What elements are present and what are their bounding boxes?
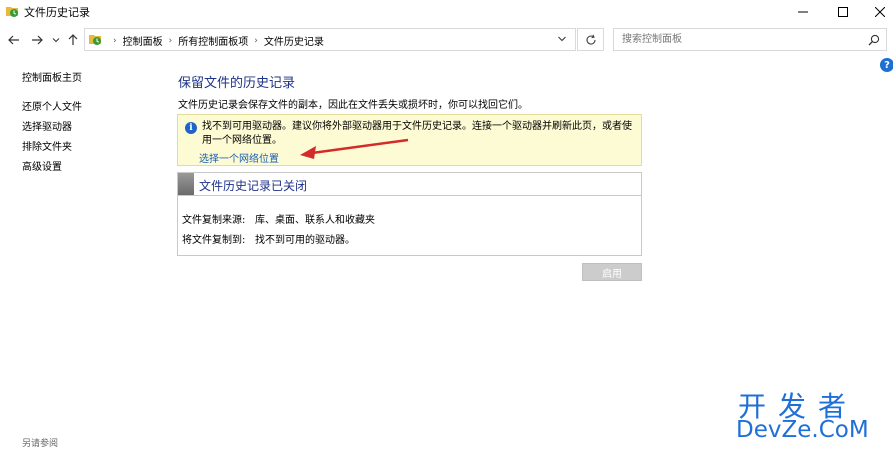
navigation-bar: › 控制面板 › 所有控制面板项 › 文件历史记录: [0, 26, 893, 54]
copy-target-value: 找不到可用的驱动器。: [255, 235, 355, 246]
close-button[interactable]: [857, 0, 893, 24]
breadcrumb: › 控制面板 › 所有控制面板项 › 文件历史记录: [107, 33, 324, 49]
back-button[interactable]: [5, 30, 23, 50]
breadcrumb-file-history[interactable]: 文件历史记录: [264, 33, 324, 48]
minimize-icon: [798, 11, 808, 13]
up-button[interactable]: [64, 30, 82, 50]
chevron-right-icon: ›: [113, 35, 117, 46]
search-input[interactable]: [614, 29, 860, 50]
window-title: 文件历史记录: [24, 6, 90, 19]
close-icon: [875, 7, 885, 17]
status-title: 文件历史记录已关闭: [199, 179, 308, 193]
page-description: 文件历史记录会保存文件的副本，因此在文件丢失或损坏时，你可以找回它们。: [178, 100, 528, 111]
sidebar-item-advanced-settings[interactable]: 高级设置: [22, 158, 62, 173]
help-icon[interactable]: ?: [880, 58, 893, 72]
sidebar-item-restore-files[interactable]: 还原个人文件: [22, 98, 82, 113]
annotation-arrow-icon: [300, 138, 409, 159]
sidebar-item-select-drive[interactable]: 选择驱动器: [22, 118, 72, 133]
search-icon[interactable]: [868, 34, 880, 46]
chevron-down-icon: [52, 38, 60, 43]
status-panel: 文件历史记录已关闭 文件复制来源: 库、桌面、联系人和收藏夹 将文件复制到: 找不到…: [177, 172, 642, 256]
chevron-right-icon[interactable]: ›: [254, 36, 258, 46]
status-indicator: [178, 173, 194, 195]
chevron-right-icon[interactable]: ›: [169, 36, 173, 46]
arrow-right-icon: [32, 35, 43, 45]
maximize-icon: [838, 7, 848, 17]
page-title: 保留文件的历史记录: [178, 76, 296, 91]
copy-source-label: 文件复制来源:: [182, 215, 246, 226]
forward-button[interactable]: [28, 30, 46, 50]
copy-target-label: 将文件复制到:: [182, 235, 246, 246]
refresh-button[interactable]: [577, 28, 604, 51]
info-icon: i: [185, 122, 197, 134]
copy-source-row: 文件复制来源: 库、桌面、联系人和收藏夹: [182, 211, 375, 226]
enable-button[interactable]: 启用: [582, 263, 642, 281]
info-message: 找不到可用驱动器。建议你将外部驱动器用于文件历史记录。连接一个驱动器并刷新此页，…: [202, 121, 632, 146]
watermark-line2: DevZe.CoM: [736, 417, 869, 443]
breadcrumb-control-panel[interactable]: 控制面板: [123, 33, 163, 48]
watermark-logo: 开发者 DevZe.CoM: [736, 385, 886, 447]
select-network-location-link[interactable]: 选择一个网络位置: [199, 150, 279, 165]
arrow-up-icon: [68, 34, 78, 45]
refresh-icon: [586, 34, 596, 45]
status-header: 文件历史记录已关闭: [178, 173, 641, 196]
chevron-down-icon[interactable]: [557, 34, 567, 44]
arrow-left-icon: [8, 35, 19, 45]
file-history-icon: [89, 35, 101, 45]
file-history-app-icon: [6, 7, 18, 17]
title-bar: 文件历史记录: [0, 0, 893, 24]
breadcrumb-all-items[interactable]: 所有控制面板项: [178, 33, 248, 48]
copy-source-value: 库、桌面、联系人和收藏夹: [255, 215, 375, 226]
recent-locations-button[interactable]: [50, 30, 62, 50]
search-box[interactable]: [613, 28, 887, 51]
see-also-heading: 另请参阅: [22, 439, 59, 449]
address-bar[interactable]: › 控制面板 › 所有控制面板项 › 文件历史记录: [84, 28, 576, 51]
sidebar-item-exclude-folders[interactable]: 排除文件夹: [22, 138, 72, 153]
copy-target-row: 将文件复制到: 找不到可用的驱动器。: [182, 231, 355, 246]
sidebar-item-control-panel-home[interactable]: 控制面板主页: [22, 69, 82, 84]
